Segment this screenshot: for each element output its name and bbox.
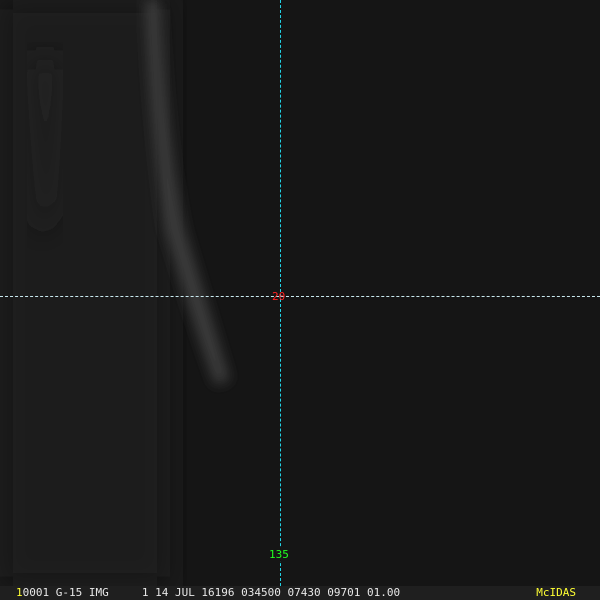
mcidas-image-display: 20 135 10001 G-15 IMG 1 14 JUL 16196 034… [0,0,600,600]
latitude-grid-line [0,296,600,297]
satellite-image [0,0,600,586]
image-info: 0001 G-15 IMG 1 14 JUL 16196 034500 0743… [22,586,401,599]
frame-number: 1 [16,586,23,599]
mcidas-brand: McIDAS [536,586,576,599]
longitude-label: 135 [268,548,290,561]
latitude-label: 20 [272,290,286,303]
status-bar: 10001 G-15 IMG 1 14 JUL 16196 034500 074… [0,586,600,600]
